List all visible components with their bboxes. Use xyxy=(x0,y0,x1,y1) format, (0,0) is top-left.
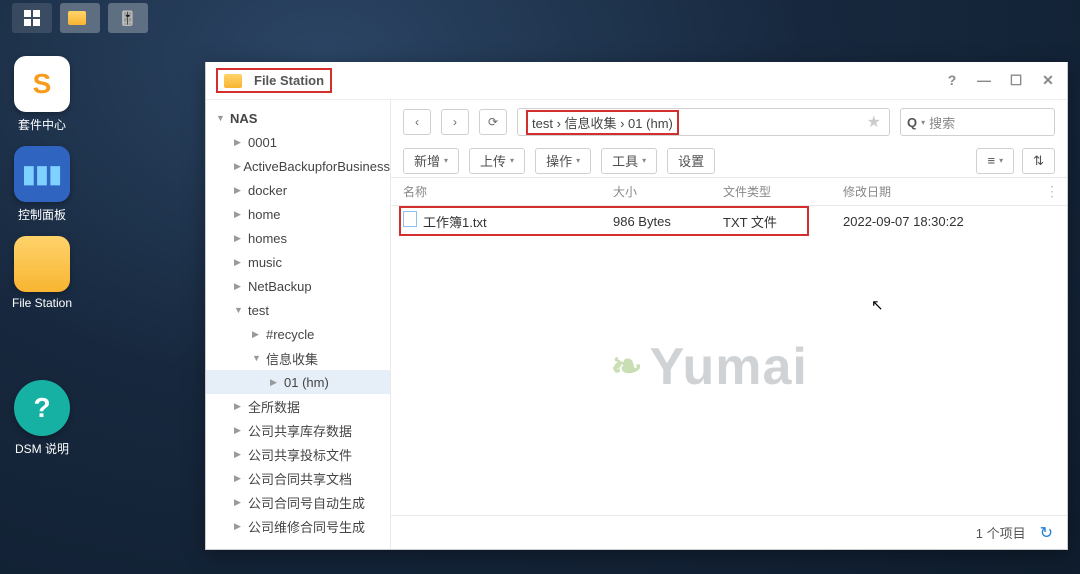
tree-item[interactable]: ▶公司合同共享文档 xyxy=(206,466,390,490)
tree-item[interactable]: ▶公司合同号自动生成 xyxy=(206,490,390,514)
apps-button[interactable] xyxy=(12,3,52,33)
favorite-icon[interactable]: ★ xyxy=(867,112,881,132)
tree-item[interactable]: ▶0001 xyxy=(206,130,390,154)
minimize-button[interactable]: — xyxy=(975,72,993,89)
operate-button[interactable]: 操作▾ xyxy=(535,148,591,174)
col-size[interactable]: 大小 xyxy=(613,183,723,200)
tree-item-test[interactable]: ▼test xyxy=(206,298,390,322)
package-center-icon: S xyxy=(14,56,70,112)
upload-button[interactable]: 上传▾ xyxy=(469,148,525,174)
sidebar-tree: ▼NAS ▶0001 ▶ActiveBackupforBusiness ▶doc… xyxy=(206,100,391,549)
col-type[interactable]: 文件类型 xyxy=(723,183,843,200)
status-bar: 1 个项目 ↻ xyxy=(391,515,1067,549)
close-button[interactable]: ✕ xyxy=(1039,72,1057,89)
file-station-icon xyxy=(14,236,70,292)
file-icon xyxy=(403,211,417,227)
tree-root[interactable]: ▼NAS xyxy=(206,106,390,130)
address-bar: ‹ › ⟳ test › 信息收集 › 01 (hm) ★ Q▾ 搜索 xyxy=(391,100,1067,144)
tree-item[interactable]: ▶公司共享库存数据 xyxy=(206,418,390,442)
file-station-window: File Station ? — ☐ ✕ ▼NAS ▶0001 ▶ActiveB… xyxy=(205,62,1068,550)
desktop-icon-dsm-help[interactable]: ? DSM 说明 xyxy=(6,380,78,457)
tree-item[interactable]: ▶全所数据 xyxy=(206,394,390,418)
titlebar: File Station ? — ☐ ✕ xyxy=(206,62,1067,100)
tree-item[interactable]: ▶homes xyxy=(206,226,390,250)
desktop-label: File Station xyxy=(6,296,78,310)
sort-button[interactable]: ⇅ xyxy=(1022,148,1055,174)
desktop-label: 控制面板 xyxy=(6,206,78,223)
desktop-icon-package-center[interactable]: S 套件中心 xyxy=(6,56,78,133)
window-title: File Station xyxy=(254,73,324,88)
new-button[interactable]: 新增▾ xyxy=(403,148,459,174)
refresh-icon[interactable]: ↻ xyxy=(1040,523,1053,543)
folder-icon xyxy=(224,74,242,88)
tree-item[interactable]: ▶home xyxy=(206,202,390,226)
settings-button[interactable]: 设置 xyxy=(667,148,715,174)
search-box[interactable]: Q▾ 搜索 xyxy=(900,108,1055,136)
content-pane: ‹ › ⟳ test › 信息收集 › 01 (hm) ★ Q▾ 搜索 新增▾ … xyxy=(391,100,1067,549)
tree-item[interactable]: ▶公司维修合同号生成 xyxy=(206,514,390,538)
desktop-label: 套件中心 xyxy=(6,116,78,133)
task-control-panel[interactable]: 🎚️ xyxy=(108,3,148,33)
file-list: 工作簿1.txt 986 Bytes TXT 文件 2022-09-07 18:… xyxy=(391,206,1067,515)
title-highlight: File Station xyxy=(216,68,332,93)
file-row[interactable]: 工作簿1.txt 986 Bytes TXT 文件 2022-09-07 18:… xyxy=(391,206,1067,236)
tree-item[interactable]: ▶ActiveBackupforBusiness xyxy=(206,154,390,178)
tree-item[interactable]: ▶music xyxy=(206,250,390,274)
column-headers: 名称 大小 文件类型 修改日期 ⋮ xyxy=(391,178,1067,206)
breadcrumb-field[interactable]: test › 信息收集 › 01 (hm) ★ xyxy=(517,108,890,136)
col-date[interactable]: 修改日期 xyxy=(843,183,1055,200)
sliders-icon: 🎚️ xyxy=(119,10,136,27)
taskbar: 🎚️ xyxy=(0,0,1080,36)
tree-item[interactable]: ▶NetBackup xyxy=(206,274,390,298)
task-file-station[interactable] xyxy=(60,3,100,33)
search-placeholder: 搜索 xyxy=(929,113,955,132)
leaf-icon: ❧ xyxy=(611,344,644,389)
tree-item[interactable]: ▶#recycle xyxy=(206,322,390,346)
tree-item[interactable]: ▶公司共享投标文件 xyxy=(206,442,390,466)
apps-grid-icon xyxy=(24,10,40,26)
toolbar: 新增▾ 上传▾ 操作▾ 工具▾ 设置 ≡▾ ⇅ xyxy=(391,144,1067,178)
item-count: 1 个项目 xyxy=(976,523,1026,542)
help-icon: ? xyxy=(14,380,70,436)
tree-item[interactable]: ▶docker xyxy=(206,178,390,202)
nav-forward-button[interactable]: › xyxy=(441,109,469,135)
tree-item[interactable]: ▼信息收集 xyxy=(206,346,390,370)
reload-button[interactable]: ⟳ xyxy=(479,109,507,135)
nav-back-button[interactable]: ‹ xyxy=(403,109,431,135)
folder-icon xyxy=(68,11,86,25)
tree-item-selected[interactable]: ▶01 (hm) xyxy=(206,370,390,394)
desktop-label: DSM 说明 xyxy=(6,440,78,457)
maximize-button[interactable]: ☐ xyxy=(1007,72,1025,89)
breadcrumb-text: test › 信息收集 › 01 (hm) xyxy=(532,116,673,131)
desktop-icon-control-panel[interactable]: ▮▮▮ 控制面板 xyxy=(6,146,78,223)
tools-button[interactable]: 工具▾ xyxy=(601,148,657,174)
help-button[interactable]: ? xyxy=(943,72,961,89)
breadcrumb-highlight: test › 信息收集 › 01 (hm) xyxy=(526,110,679,135)
search-icon: Q xyxy=(907,115,917,130)
watermark: ❧ Yumai xyxy=(611,337,808,397)
columns-more-icon[interactable]: ⋮ xyxy=(1045,183,1059,200)
view-list-button[interactable]: ≡▾ xyxy=(976,148,1014,174)
col-name[interactable]: 名称 xyxy=(403,183,613,200)
control-panel-icon: ▮▮▮ xyxy=(14,146,70,202)
desktop-icon-file-station[interactable]: File Station xyxy=(6,236,78,310)
cursor-icon: ↖ xyxy=(871,296,884,314)
